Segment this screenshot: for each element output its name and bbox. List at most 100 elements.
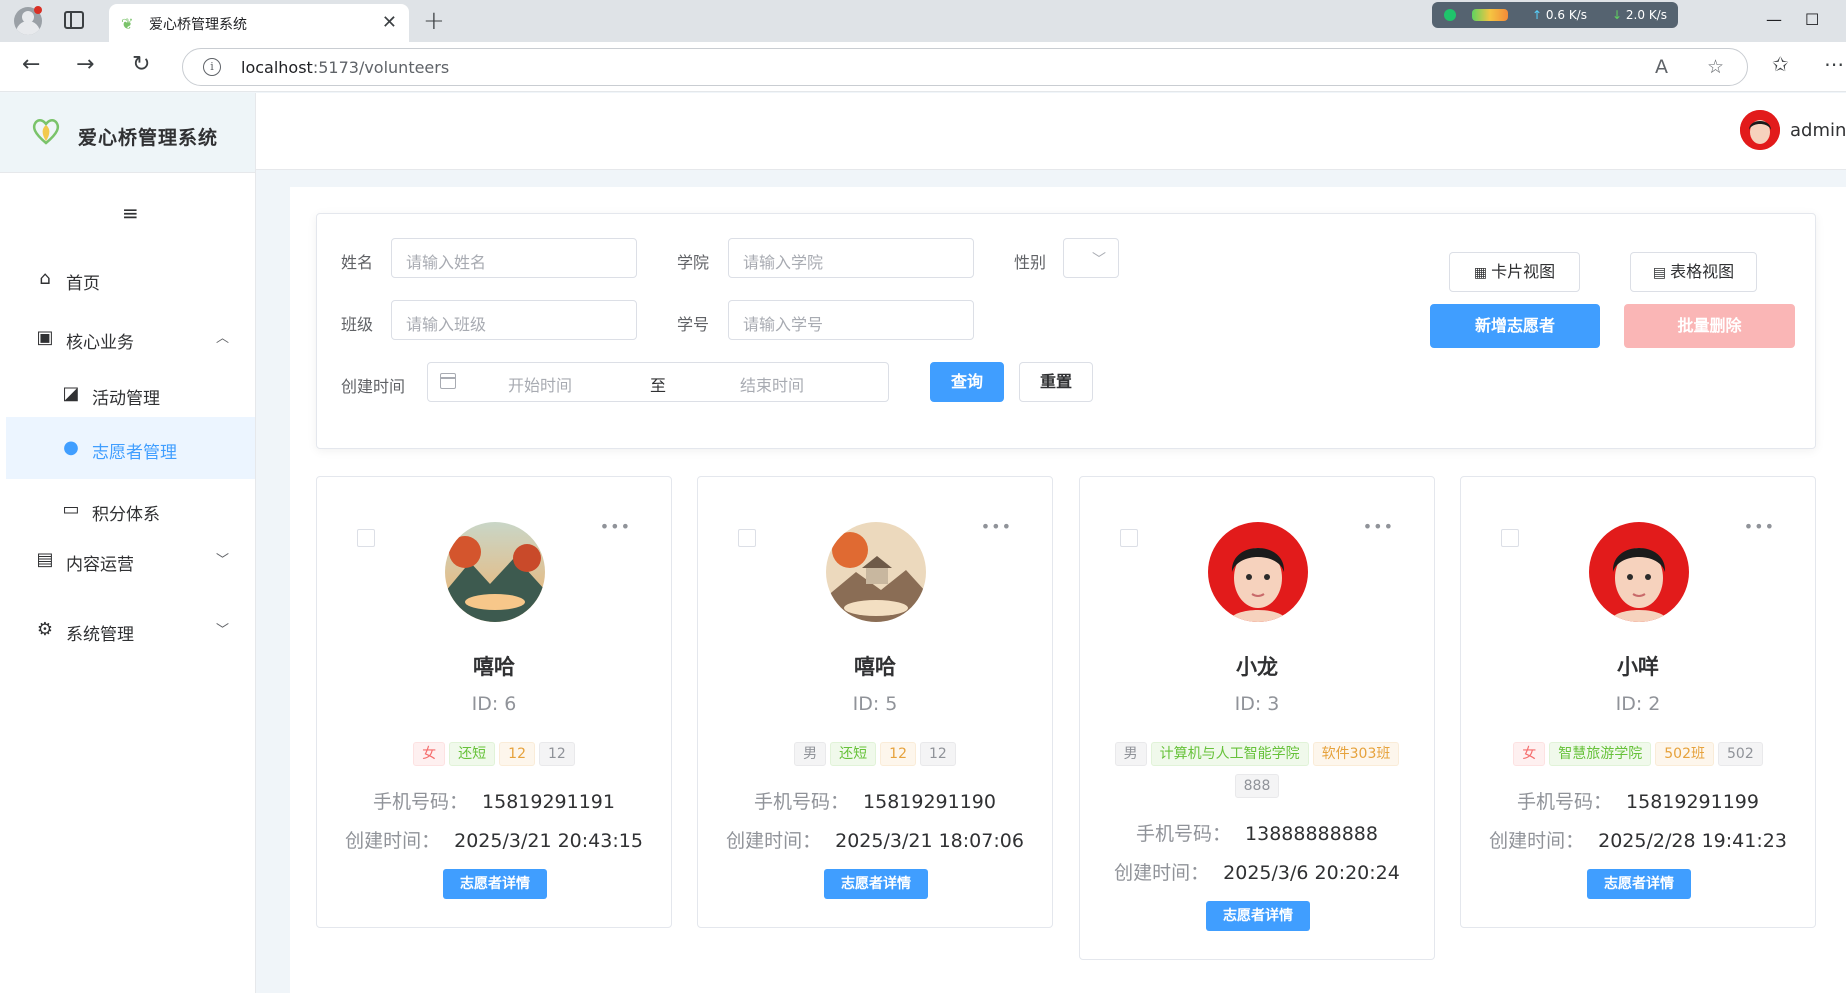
volunteer-card: ••• 小咩 ID: 2 女智慧旅游学院 502班 502 手机号码： 1581929… <box>1460 476 1816 928</box>
sidebar-item-label: 核心业务 <box>66 333 134 353</box>
volunteer-detail-button[interactable]: 志愿者详情 <box>824 869 928 899</box>
tag-list: 女智慧旅游学院 502班 502 <box>1481 737 1795 769</box>
gender-tag: 女 <box>1513 741 1546 766</box>
volunteer-card: ••• 嘻哈 ID: 6 女还短 12 12 手机号码： 15819291191 创建… <box>316 476 672 928</box>
new-tab-icon[interactable]: + <box>423 6 445 36</box>
name-placeholder: 请输入姓名 <box>406 253 487 272</box>
sidebar-item-volunteers[interactable]: ● 志愿者管理 <box>6 417 255 479</box>
sidebar-item-label: 活动管理 <box>92 389 160 409</box>
sidebar-item-home[interactable]: ⌂ 首页 <box>6 248 255 310</box>
volunteer-card: ••• 小龙 ID: 3 男计算机与人工智能学院 软件303班 888 手机号码： 1… <box>1079 476 1435 960</box>
student-id-input[interactable]: 请输入学号 <box>728 300 974 340</box>
more-icon[interactable]: ••• <box>1744 517 1775 536</box>
name-input[interactable]: 请输入姓名 <box>391 238 637 278</box>
download-arrow-icon: ↓ <box>1612 8 1623 22</box>
gender-select[interactable]: ﹀ <box>1063 238 1119 278</box>
heart-logo-icon <box>32 119 60 145</box>
phone-label: 手机号码： <box>754 791 850 813</box>
favorites-icon[interactable]: ✩ <box>1772 52 1789 76</box>
calendar-icon <box>440 373 456 389</box>
select-checkbox[interactable] <box>357 529 375 547</box>
upload-arrow-icon: ↑ <box>1532 8 1543 22</box>
reset-button[interactable]: 重置 <box>1019 362 1093 402</box>
more-icon[interactable]: ••• <box>1363 517 1394 536</box>
student-id-tag: 888 <box>1234 773 1280 798</box>
more-icon[interactable]: ••• <box>981 517 1012 536</box>
back-icon[interactable]: ← <box>22 52 40 77</box>
network-speed-widget: ↑ 0.6 K/s ↓ 2.0 K/s <box>1432 2 1678 28</box>
sidebar-item-content[interactable]: ▤ 内容运营 ﹀ <box>6 529 255 591</box>
table-view-button[interactable]: ▤ 表格视图 <box>1630 252 1757 292</box>
volunteer-avatar <box>445 522 545 622</box>
user-avatar-icon <box>1740 110 1780 150</box>
brand: 爱心桥管理系统 <box>0 93 255 173</box>
created-label: 创建时间： <box>1114 862 1210 884</box>
select-checkbox[interactable] <box>1120 529 1138 547</box>
class-input[interactable]: 请输入班级 <box>391 300 637 340</box>
more-icon[interactable]: ••• <box>600 517 631 536</box>
created-label: 创建时间： <box>345 830 441 852</box>
volunteer-id: ID: 5 <box>852 693 898 715</box>
net-unit: K/s <box>1568 8 1587 22</box>
minimize-icon[interactable]: — <box>1766 10 1782 29</box>
user-icon: ● <box>63 437 79 458</box>
portrait-avatar-icon <box>1589 522 1689 622</box>
sidebar-item-activities[interactable]: ◪ 活动管理 <box>6 363 255 425</box>
phone-label: 手机号码： <box>373 791 469 813</box>
forward-icon[interactable]: → <box>76 52 94 77</box>
landscape-avatar-icon <box>445 522 545 622</box>
usage-bar <box>1472 9 1508 21</box>
volunteer-detail-button[interactable]: 志愿者详情 <box>443 869 547 899</box>
created-row: 创建时间： 2025/3/6 20:20:24 <box>1080 858 1434 885</box>
phone-value: 13888888888 <box>1245 823 1378 845</box>
close-tab-icon[interactable]: ✕ <box>382 12 397 33</box>
browser-tab[interactable]: ❦ 爱心桥管理系统 ✕ <box>109 4 409 42</box>
maximize-icon[interactable]: ☐ <box>1805 10 1819 29</box>
tab-actions-icon[interactable] <box>64 11 84 29</box>
address-toolbar: ← → ↻ i localhost:5173/volunteers A ☆ ✩ … <box>0 42 1846 92</box>
browser-tabbar: ❦ 爱心桥管理系统 ✕ + ↑ 0.6 K/s ↓ 2.0 K/s — ☐ <box>0 0 1846 42</box>
query-button[interactable]: 查询 <box>930 362 1004 402</box>
volunteer-name: 嘻哈 <box>854 655 896 679</box>
batch-delete-button[interactable]: 批量删除 <box>1624 304 1795 348</box>
volunteer-detail-button[interactable]: 志愿者详情 <box>1587 869 1691 899</box>
sidebar-item-core[interactable]: ▣ 核心业务 ︿ <box>6 307 255 369</box>
card-view-button[interactable]: ▦ 卡片视图 <box>1449 252 1580 292</box>
reload-icon[interactable]: ↻ <box>132 52 150 77</box>
filter-panel: 姓名 请输入姓名 学院 请输入学院 性别 ﹀ 班级 请输入班级 学号 请输入学号… <box>316 213 1816 449</box>
url-bar[interactable]: i localhost:5173/volunteers A ☆ <box>182 48 1748 86</box>
date-range-picker[interactable]: 开始时间 至 结束时间 <box>427 362 889 402</box>
read-aloud-icon[interactable]: A <box>1655 56 1668 78</box>
landscape-avatar-icon <box>826 522 926 622</box>
class-tag: 软件303班 <box>1312 741 1400 766</box>
class-placeholder: 请输入班级 <box>406 315 487 334</box>
college-input[interactable]: 请输入学院 <box>728 238 974 278</box>
favorite-star-icon[interactable]: ☆ <box>1707 56 1724 78</box>
created-value: 2025/2/28 19:41:23 <box>1598 830 1787 852</box>
volunteer-detail-button[interactable]: 志愿者详情 <box>1206 901 1310 931</box>
app-header: admin <box>256 93 1846 170</box>
created-value: 2025/3/21 20:43:15 <box>454 830 643 852</box>
range-separator: 至 <box>650 376 667 395</box>
brand-name: 爱心桥管理系统 <box>78 127 219 149</box>
class-tag: 502班 <box>1655 741 1714 766</box>
tag-list: 女还短 12 12 <box>337 737 651 769</box>
sidebar-item-system[interactable]: ⚙ 系统管理 ﹀ <box>6 599 255 661</box>
sidebar-item-label: 积分体系 <box>92 505 160 525</box>
site-info-icon[interactable]: i <box>203 58 221 76</box>
student-id-tag: 12 <box>920 741 956 766</box>
more-options-icon[interactable]: ⋯ <box>1824 52 1844 76</box>
username[interactable]: admin <box>1790 120 1846 141</box>
collapse-menu-icon[interactable]: ≡ <box>122 201 139 225</box>
college-placeholder: 请输入学院 <box>743 253 824 272</box>
phone-row: 手机号码： 15819291190 <box>698 787 1052 814</box>
select-checkbox[interactable] <box>738 529 756 547</box>
chevron-down-icon: ﹀ <box>215 623 229 638</box>
college-tag: 还短 <box>830 741 877 766</box>
student-id-tag: 12 <box>539 741 575 766</box>
volunteer-name: 嘻哈 <box>473 655 515 679</box>
add-volunteer-button[interactable]: 新增志愿者 <box>1430 304 1600 348</box>
card-view-label: 卡片视图 <box>1491 262 1556 281</box>
select-checkbox[interactable] <box>1501 529 1519 547</box>
avatar[interactable] <box>1740 110 1780 150</box>
